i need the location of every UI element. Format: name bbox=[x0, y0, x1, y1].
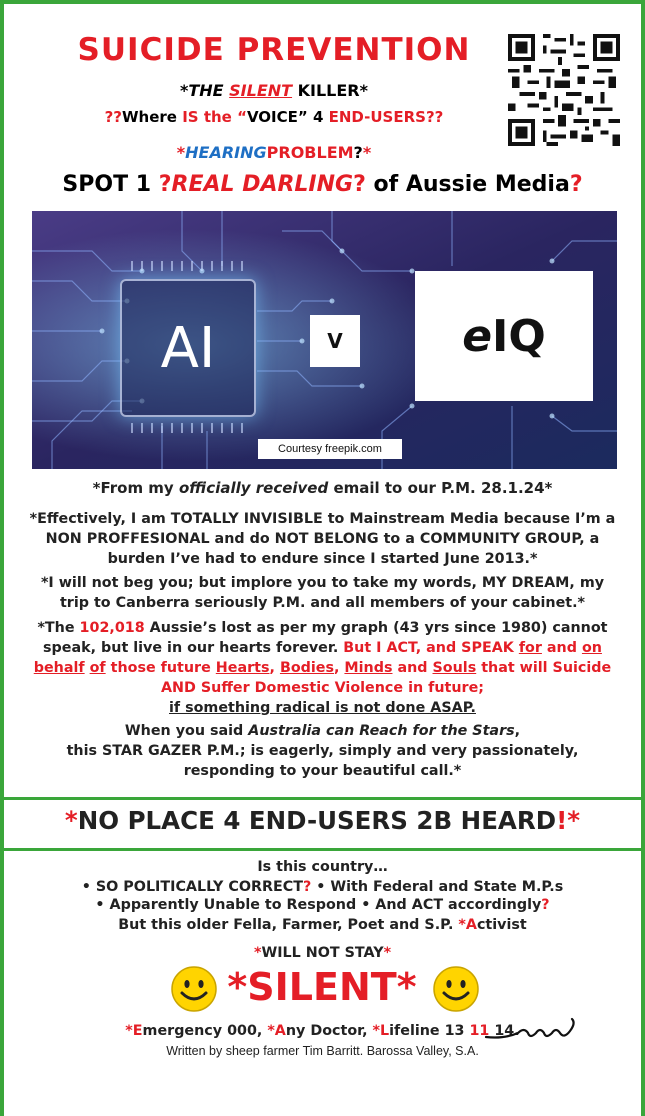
em-part: mergency 000, bbox=[142, 1023, 268, 1039]
p0-part: *From my bbox=[92, 479, 179, 497]
em-part: ifeline 13 bbox=[389, 1023, 470, 1039]
p3-part: , bbox=[334, 660, 345, 676]
band-part: !* bbox=[556, 806, 581, 835]
p3-part: , bbox=[269, 660, 280, 676]
p3-part: But I ACT, and SPEAK bbox=[343, 640, 519, 656]
spot-part: of Aussie Media bbox=[365, 172, 570, 197]
p4-part: this STAR GAZER P.M.; is eagerly, simply… bbox=[66, 743, 579, 779]
em-part: *E bbox=[125, 1023, 143, 1039]
sub2-part: IS the bbox=[182, 108, 238, 126]
email-intro: *From my officially received email to ou… bbox=[24, 478, 621, 498]
eiq-iq: IQ bbox=[492, 310, 546, 362]
spot-darling: DARLING bbox=[242, 172, 354, 197]
ai-vs-eiq-illustration: AI V e IQ Courtesy freepik.com bbox=[32, 211, 617, 469]
sub1-silent: SILENT bbox=[229, 81, 293, 100]
p3-asap: if something radical is not done ASAP. bbox=[169, 700, 476, 716]
subtitle-hearing-problem: *HEARINGPROBLEM?* bbox=[4, 143, 544, 162]
eiq-e: e bbox=[462, 310, 493, 362]
spot-real: REAL bbox=[171, 172, 243, 197]
t2-part: • With Federal and State M.P.s bbox=[311, 879, 564, 895]
em-part: *L bbox=[372, 1023, 390, 1039]
paragraph-invisible: *Effectively, I am TOTALLY INVISIBLE to … bbox=[29, 511, 616, 567]
spot-part: SPOT 1 bbox=[62, 172, 159, 197]
unable-respond-line: • Apparently Unable to Respond • And ACT… bbox=[4, 895, 641, 915]
ai-chip: AI bbox=[120, 279, 256, 417]
activist-line: But this older Fella, Farmer, Poet and S… bbox=[4, 915, 641, 935]
p4-part: , bbox=[514, 723, 521, 739]
page-title: SUICIDE PREVENTION bbox=[77, 32, 471, 68]
smiley-face-icon bbox=[171, 966, 217, 1012]
image-credit: Courtesy freepik.com bbox=[258, 439, 402, 459]
squiggle-decoration-icon bbox=[484, 1017, 575, 1039]
band-part: * bbox=[64, 806, 78, 835]
p0-officially: officially received bbox=[178, 479, 329, 497]
paragraph-implore: *I will not beg you; but implore you to … bbox=[40, 575, 605, 611]
sub3-problem: PROBLEM bbox=[266, 143, 354, 162]
paragraph-star-gazer: When you said Australia can Reach for th… bbox=[24, 721, 621, 781]
p3-part: Bodies bbox=[279, 660, 334, 676]
p3-part: and bbox=[392, 660, 433, 676]
sub1-part: *THE bbox=[179, 81, 230, 100]
p3-part: of bbox=[89, 660, 106, 676]
p3-part: Hearts bbox=[215, 660, 270, 676]
p3-part: Minds bbox=[344, 660, 393, 676]
t3-part: ? bbox=[541, 897, 550, 913]
t4-part: But this older Fella, Farmer, Poet and S… bbox=[118, 917, 459, 933]
smiley-face-icon bbox=[433, 966, 479, 1012]
paragraph-lost-aussies: *The 102,018 Aussie’s lost as per my gra… bbox=[24, 618, 621, 718]
spot-part: ? bbox=[353, 172, 366, 197]
flyer-page: SUICIDE PREVENTION *THE SILENT KILLER* ?… bbox=[0, 0, 645, 1116]
subtitle-silent-killer: *THE SILENT KILLER* bbox=[4, 81, 544, 100]
subtitle-voice: ??Where IS the “VOICE” 4 END-USERS?? bbox=[4, 108, 544, 126]
sub3-part: * bbox=[362, 143, 372, 162]
sub1-part: KILLER* bbox=[292, 81, 368, 100]
silent-row: *SILENT* bbox=[4, 961, 641, 1015]
t3-part: • Apparently Unable to Respond • And ACT… bbox=[95, 897, 542, 913]
p4-quote: Australia can Reach for the Stars bbox=[248, 723, 515, 739]
versus-label: V bbox=[310, 315, 360, 367]
will-not-stay-line: *WILL NOT STAY* bbox=[4, 943, 641, 963]
band-part: NO PLACE 4 END-USERS 2B HEARD bbox=[77, 806, 557, 835]
t5-part: * bbox=[383, 945, 392, 961]
sub2-part: Where bbox=[122, 108, 183, 126]
sub2-part: ” 4 bbox=[297, 108, 329, 126]
p4-part: When you said bbox=[124, 723, 249, 739]
p3-part: those future bbox=[105, 660, 216, 676]
sub3-part: ? bbox=[353, 143, 363, 162]
sub2-part: VOICE bbox=[246, 108, 298, 126]
t4-part: *A bbox=[458, 917, 477, 933]
silent-headline: *SILENT* bbox=[227, 965, 417, 1009]
headline-spot-1: SPOT 1 ?REAL DARLING? of Aussie Media? bbox=[4, 172, 641, 197]
spot-part: ? bbox=[569, 172, 583, 197]
sub2-part: END-USERS bbox=[328, 108, 426, 126]
p3-part: and bbox=[541, 640, 582, 656]
eiq-label: e IQ bbox=[415, 271, 593, 401]
sub2-part: ?? bbox=[104, 108, 123, 126]
qr-code-icon[interactable] bbox=[508, 34, 620, 146]
sub2-part: ?? bbox=[425, 108, 444, 126]
p3-part: for bbox=[518, 640, 542, 656]
p3-count: 102,018 bbox=[79, 620, 145, 636]
em-part: ny Doctor, bbox=[285, 1023, 373, 1039]
band-headline: *NO PLACE 4 END-USERS 2B HEARD!* bbox=[4, 806, 641, 835]
p3-part: Souls bbox=[432, 660, 477, 676]
sub3-part: * bbox=[176, 143, 186, 162]
t4-part: ctivist bbox=[476, 917, 527, 933]
sub3-hearing: HEARING bbox=[185, 143, 267, 162]
p0-part: email to our P.M. 28.1.24* bbox=[328, 479, 553, 497]
p3-part: *The bbox=[37, 620, 80, 636]
sub2-part: “ bbox=[237, 108, 247, 126]
author-credit: Written by sheep farmer Tim Barritt. Bar… bbox=[166, 1044, 479, 1058]
em-part: *A bbox=[267, 1023, 286, 1039]
p3-part: behalf bbox=[33, 660, 85, 676]
spot-part: ? bbox=[158, 172, 172, 197]
t2-part: • SO POLITICALLY CORRECT bbox=[81, 879, 303, 895]
p3-part: on bbox=[581, 640, 602, 656]
headline-band: *NO PLACE 4 END-USERS 2B HEARD!* bbox=[4, 797, 641, 851]
t5-part: WILL NOT STAY bbox=[261, 945, 384, 961]
country-question: Is this country… bbox=[257, 859, 388, 875]
politically-correct-line: • SO POLITICALLY CORRECT? • With Federal… bbox=[4, 877, 641, 897]
